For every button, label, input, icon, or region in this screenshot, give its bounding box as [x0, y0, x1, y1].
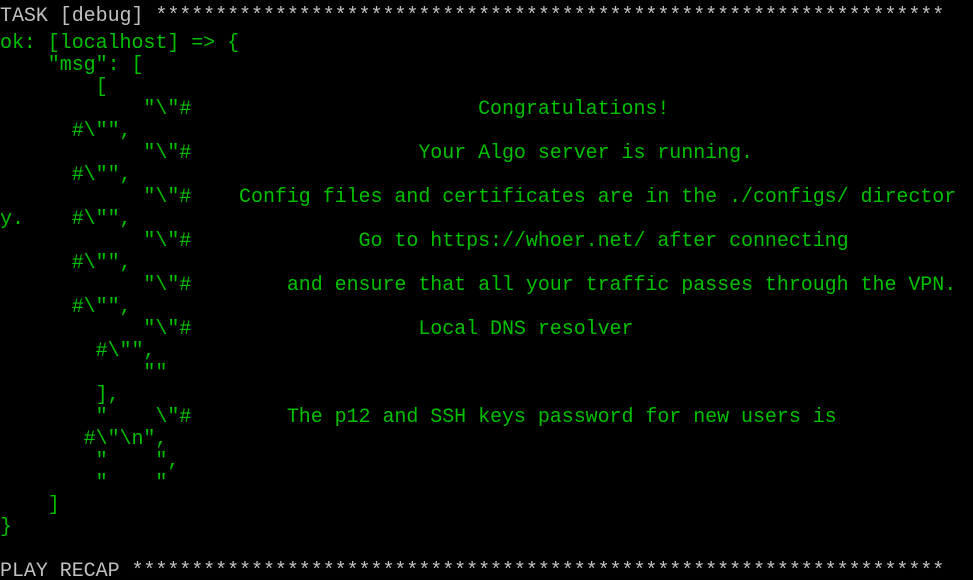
output-line: " ", — [0, 450, 180, 473]
output-line: "\"# Config files and certificates are i… — [0, 186, 957, 209]
output-line: #\"", — [0, 252, 132, 275]
output-line: "\"# and ensure that all your traffic pa… — [0, 274, 957, 297]
output-line: #\"\n", — [0, 428, 168, 451]
object-close-line: } — [0, 516, 12, 539]
play-recap-header: PLAY RECAP *****************************… — [0, 560, 945, 580]
array-open-line: [ — [0, 76, 108, 99]
output-line: #\"", — [0, 120, 132, 143]
output-line: "\"# Local DNS resolver — [0, 318, 634, 341]
output-line: "" — [0, 362, 168, 385]
array-close-line: ], — [0, 384, 120, 407]
output-line: #\"", — [0, 296, 132, 319]
output-line: " \"# The p12 and SSH keys password for … — [0, 406, 837, 429]
output-line: " " — [0, 472, 168, 495]
output-line: y. #\"", — [0, 208, 132, 231]
output-line: "\"# Congratulations! — [0, 98, 670, 121]
output-line: "\"# Go to https://whoer.net/ after conn… — [0, 230, 849, 253]
output-line: #\"", — [0, 164, 132, 187]
terminal-window[interactable]: TASK [debug] ***************************… — [0, 0, 973, 580]
ok-localhost-line: ok: [localhost] => { — [0, 32, 240, 55]
output-line: "\"# Your Algo server is running. — [0, 142, 753, 165]
task-debug-header: TASK [debug] ***************************… — [0, 5, 945, 28]
msg-close-line: ] — [0, 494, 60, 517]
output-line: #\"", — [0, 340, 156, 363]
msg-key-line: "msg": [ — [0, 54, 144, 77]
